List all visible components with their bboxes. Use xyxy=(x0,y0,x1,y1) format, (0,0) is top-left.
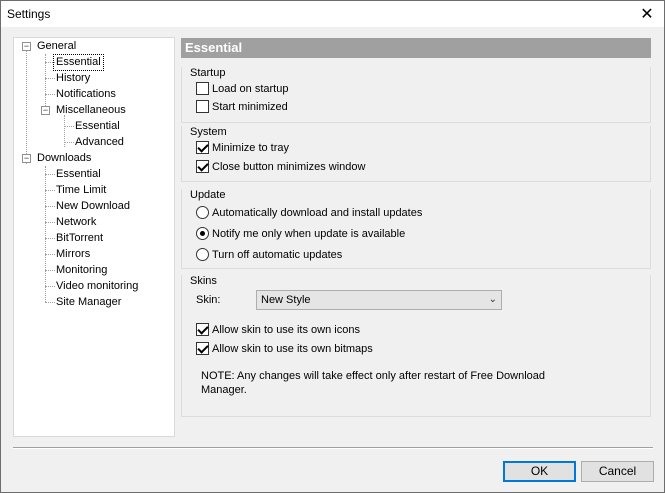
skins-group: Skins Skin: New Style ⌄ Allow skin to us… xyxy=(181,275,651,417)
radio-label: Notify me only when update is available xyxy=(212,228,406,240)
checkbox-box[interactable] xyxy=(196,322,209,336)
checkbox-label: Allow skin to use its own bitmaps xyxy=(212,343,373,355)
chevron-down-icon[interactable]: ⌄ xyxy=(489,291,497,309)
radio-circle[interactable] xyxy=(196,247,209,261)
title-bar: Settings ✕ xyxy=(1,1,664,27)
checkbox-label: Allow skin to use its own icons xyxy=(212,324,360,336)
checkbox-box[interactable] xyxy=(196,140,209,154)
collapse-icon[interactable]: − xyxy=(41,106,50,115)
system-group-title: System xyxy=(190,126,227,138)
auto-update-radio[interactable]: Automatically download and install updat… xyxy=(196,205,423,221)
checkbox-box[interactable] xyxy=(196,81,209,95)
radio-circle[interactable] xyxy=(196,226,209,240)
tree-item-general[interactable]: General xyxy=(35,39,78,54)
skin-select-value: New Style xyxy=(261,294,311,306)
tree-line xyxy=(26,51,27,164)
skin-select[interactable]: New Style ⌄ xyxy=(256,290,502,310)
skin-own-bitmaps-checkbox[interactable]: Allow skin to use its own bitmaps xyxy=(196,341,373,357)
cancel-button[interactable]: Cancel xyxy=(581,461,654,482)
restart-note-line: Manager. xyxy=(201,384,247,396)
checkbox-label: Start minimized xyxy=(212,101,288,113)
tree-item-time-limit[interactable]: Time Limit xyxy=(54,183,108,198)
tree-line xyxy=(45,166,46,302)
settings-tree[interactable]: − General Essential History Notification… xyxy=(13,37,175,437)
checkbox-box[interactable] xyxy=(196,159,209,173)
radio-label: Automatically download and install updat… xyxy=(212,207,423,219)
restart-note: NOTE: Any changes will take effect only … xyxy=(201,369,545,397)
notify-update-radio[interactable]: Notify me only when update is available xyxy=(196,226,406,242)
tree-item-video-monitoring[interactable]: Video monitoring xyxy=(54,279,140,294)
tree-item-mirrors[interactable]: Mirrors xyxy=(54,247,92,262)
system-group: System Minimize to tray Close button min… xyxy=(181,126,651,182)
load-on-startup-checkbox[interactable]: Load on startup xyxy=(196,81,289,97)
checkbox-label: Load on startup xyxy=(212,83,289,95)
panel-title: Essential xyxy=(181,38,651,58)
checkbox-label: Close button minimizes window xyxy=(212,161,366,173)
tree-item-bittorrent[interactable]: BitTorrent xyxy=(54,231,105,246)
ok-button[interactable]: OK xyxy=(503,461,576,482)
settings-window: Settings ✕ − General Essential History N… xyxy=(0,0,665,493)
minimize-to-tray-checkbox[interactable]: Minimize to tray xyxy=(196,140,290,156)
close-minimizes-checkbox[interactable]: Close button minimizes window xyxy=(196,159,366,175)
tree-item-essential[interactable]: Essential xyxy=(53,54,104,71)
tree-item-monitoring[interactable]: Monitoring xyxy=(54,263,109,278)
checkbox-box[interactable] xyxy=(196,99,209,113)
tree-item-misc-advanced[interactable]: Advanced xyxy=(73,135,126,150)
tree-item-misc-essential[interactable]: Essential xyxy=(73,119,122,134)
tree-item-dl-essential[interactable]: Essential xyxy=(54,167,103,182)
radio-label: Turn off automatic updates xyxy=(212,249,343,261)
tree-item-new-download[interactable]: New Download xyxy=(54,199,132,214)
close-icon[interactable]: ✕ xyxy=(630,1,664,27)
skins-group-title: Skins xyxy=(190,275,217,287)
tree-item-downloads[interactable]: Downloads xyxy=(35,151,93,166)
tree-item-site-manager[interactable]: Site Manager xyxy=(54,295,123,310)
divider xyxy=(13,447,653,449)
update-group: Update Automatically download and instal… xyxy=(181,189,651,269)
checkbox-box[interactable] xyxy=(196,341,209,355)
skin-label: Skin: xyxy=(196,294,221,306)
tree-item-miscellaneous[interactable]: Miscellaneous xyxy=(54,103,128,118)
checkbox-label: Minimize to tray xyxy=(212,142,290,154)
no-update-radio[interactable]: Turn off automatic updates xyxy=(196,247,343,263)
collapse-icon[interactable]: − xyxy=(22,42,31,51)
startup-group: Startup Load on startup Start minimized xyxy=(181,67,651,123)
collapse-icon[interactable]: − xyxy=(22,154,31,163)
tree-item-history[interactable]: History xyxy=(54,71,92,86)
tree-item-notifications[interactable]: Notifications xyxy=(54,87,118,102)
radio-circle[interactable] xyxy=(196,205,209,219)
update-group-title: Update xyxy=(190,189,226,201)
start-minimized-checkbox[interactable]: Start minimized xyxy=(196,99,288,115)
restart-note-line: NOTE: Any changes will take effect only … xyxy=(201,370,546,382)
tree-item-network[interactable]: Network xyxy=(54,215,98,230)
startup-group-title: Startup xyxy=(190,67,226,79)
skin-own-icons-checkbox[interactable]: Allow skin to use its own icons xyxy=(196,322,360,338)
window-title: Settings xyxy=(7,7,51,21)
